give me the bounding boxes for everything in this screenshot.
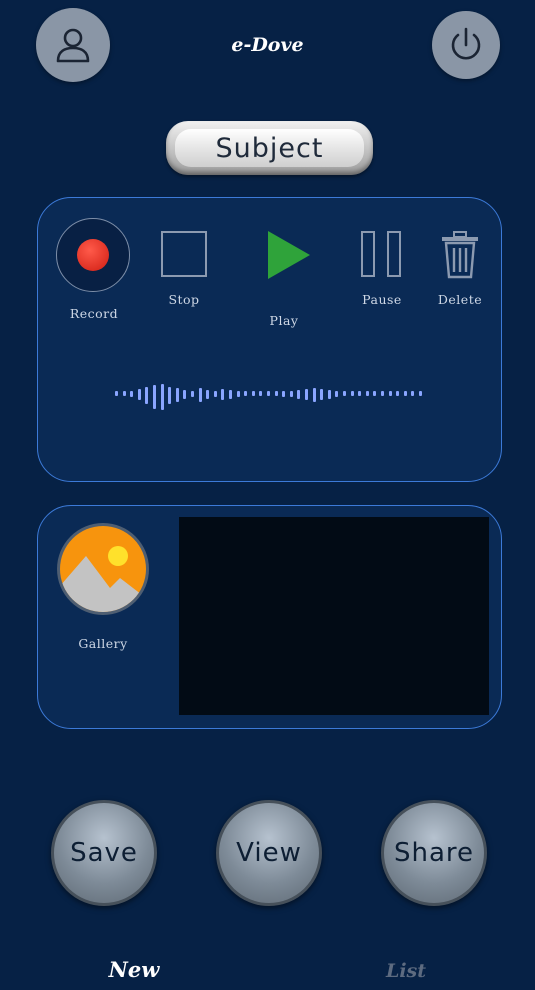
waveform-bar: [145, 386, 149, 405]
waveform-bar: [373, 391, 377, 396]
waveform-bar: [191, 390, 194, 398]
waveform-bar: [175, 388, 179, 402]
delete-button[interactable]: [440, 231, 480, 279]
waveform-bar: [274, 391, 278, 396]
stop-label: Stop: [168, 292, 200, 307]
waveform-bar: [115, 391, 118, 396]
image-icon: [60, 526, 146, 612]
waveform-bar: [343, 391, 346, 396]
waveform-bar: [221, 389, 225, 401]
pause-label: Pause: [362, 292, 402, 307]
waveform-bar: [153, 384, 156, 409]
record-icon: [77, 239, 109, 271]
waveform-bar: [396, 391, 400, 396]
audio-waveform: [115, 378, 430, 411]
waveform-bar: [305, 389, 308, 401]
waveform-bar: [289, 390, 293, 398]
waveform-bar: [198, 388, 202, 402]
waveform-bar: [213, 390, 217, 398]
power-icon: [451, 27, 481, 60]
waveform-bar: [282, 390, 286, 398]
media-preview: [179, 517, 489, 715]
subject-button[interactable]: Subject: [166, 121, 373, 175]
waveform-bar: [403, 391, 407, 396]
subject-label: Subject: [175, 129, 364, 167]
share-button[interactable]: Share: [381, 800, 487, 906]
waveform-bar: [312, 388, 316, 402]
waveform-bar: [206, 389, 210, 399]
waveform-bar: [365, 391, 369, 396]
waveform-bar: [160, 383, 164, 411]
waveform-bar: [350, 391, 354, 396]
gallery-label: Gallery: [78, 636, 128, 651]
waveform-bar: [236, 390, 240, 398]
waveform-bar: [244, 391, 248, 396]
waveform-bar: [381, 391, 384, 396]
waveform-bar: [259, 391, 263, 396]
tab-new[interactable]: New: [84, 957, 184, 982]
waveform-bar: [335, 390, 339, 398]
pause-button[interactable]: [361, 231, 403, 277]
play-label: Play: [269, 313, 299, 328]
tab-list[interactable]: List: [356, 960, 456, 982]
record-label: Record: [69, 306, 119, 321]
waveform-bar: [183, 389, 187, 399]
waveform-bar: [267, 391, 270, 396]
save-button[interactable]: Save: [51, 800, 157, 906]
pause-icon-right: [387, 231, 401, 277]
play-icon: [268, 231, 310, 279]
waveform-bar: [130, 390, 134, 398]
waveform-bar: [251, 391, 255, 396]
waveform-bar: [122, 391, 126, 396]
waveform-bar: [419, 391, 422, 396]
waveform-bar: [297, 389, 301, 399]
waveform-bar: [229, 389, 232, 399]
pause-icon-left: [361, 231, 375, 277]
stop-button[interactable]: [161, 231, 207, 277]
trash-icon: [442, 231, 478, 279]
gallery-button[interactable]: [57, 523, 149, 615]
waveform-bar: [411, 391, 415, 396]
waveform-bar: [320, 389, 324, 401]
view-button[interactable]: View: [216, 800, 322, 906]
waveform-bar: [327, 389, 331, 399]
record-button[interactable]: [56, 218, 130, 292]
waveform-bar: [388, 391, 392, 396]
waveform-bar: [358, 391, 362, 396]
power-button[interactable]: [432, 11, 500, 79]
play-button[interactable]: [266, 229, 312, 281]
waveform-bar: [137, 389, 141, 401]
delete-label: Delete: [437, 292, 483, 307]
waveform-bar: [168, 386, 172, 405]
